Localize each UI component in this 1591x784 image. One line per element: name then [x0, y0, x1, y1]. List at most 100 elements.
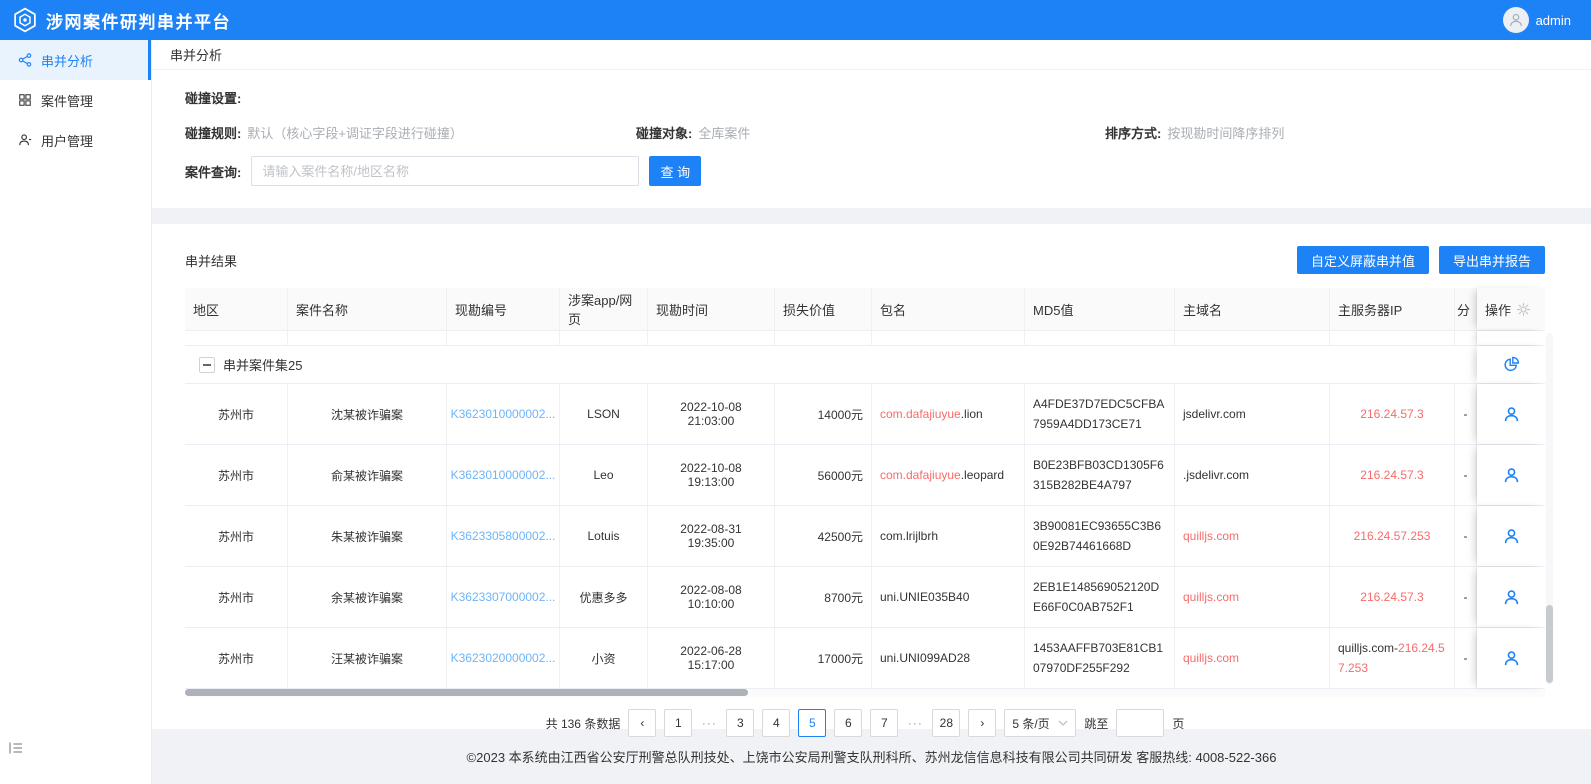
cell-survey-no: K3623307000002...: [447, 567, 560, 627]
case-query-input[interactable]: [251, 156, 639, 186]
cell-survey-time: 2022-10-08 21:03:00: [648, 384, 775, 444]
survey-no-link[interactable]: K3623020000002...: [451, 651, 556, 665]
cell-loss: 56000元: [775, 445, 872, 505]
cell-md5: A4FDE37D7EDC5CFBA7959A4DD173CE71: [1025, 384, 1175, 444]
cell-region: 苏州市: [185, 384, 288, 444]
survey-no-link[interactable]: K3623307000002...: [451, 590, 556, 604]
vertical-scrollbar-thumb[interactable]: [1546, 605, 1553, 683]
page-button-5[interactable]: 5: [798, 709, 826, 737]
suspect-person-icon[interactable]: [1503, 467, 1520, 484]
suspect-person-icon[interactable]: [1503, 650, 1520, 667]
username: admin: [1536, 13, 1571, 28]
collapse-sidebar-button[interactable]: [8, 741, 24, 758]
tab-merge-analysis[interactable]: 串并分析: [170, 45, 222, 64]
cell-loss: 8700元: [775, 567, 872, 627]
column-settings-gear-icon[interactable]: [1517, 303, 1530, 316]
suspect-person-icon[interactable]: [1503, 589, 1520, 606]
page-button-28[interactable]: 28: [932, 709, 960, 737]
cell-case-name: 俞某被诈骗案: [288, 445, 447, 505]
cell-survey-no: K3623010000002...: [447, 384, 560, 444]
column-header-survey-time: 现勘时间: [648, 288, 775, 330]
cell-server-ip: 216.24.57.253: [1330, 506, 1455, 566]
column-header-md5: MD5值: [1025, 288, 1175, 330]
group-chart-icon[interactable]: [1503, 356, 1520, 373]
page-button-1[interactable]: 1: [664, 709, 692, 737]
cell-survey-time: 2022-10-08 19:13:00: [648, 445, 775, 505]
survey-no-link[interactable]: K3623010000002...: [451, 407, 556, 421]
minus-icon: [203, 364, 211, 366]
cell-survey-no: K3623010000002...: [447, 445, 560, 505]
sidebar-item-label: 串并分析: [41, 51, 93, 70]
results-table: 地区 案件名称 现勘编号 涉案app/网页 现勘时间 损失价值 包名 MD5值 …: [185, 288, 1545, 689]
page-button-4[interactable]: 4: [762, 709, 790, 737]
cell-app: LSON: [560, 384, 648, 444]
survey-no-link[interactable]: K3623010000002...: [451, 468, 556, 482]
collision-settings-panel: 碰撞设置: 碰撞规则: 默认（核心字段+调证字段进行碰撞） 碰撞对象: 全库案件…: [152, 70, 1591, 208]
cell-package: uni.UNI099AD28: [872, 628, 1025, 688]
app-window: 涉网案件研判串并平台 admin 串并分析: [0, 0, 1591, 784]
column-header-clipped: 分: [1455, 288, 1477, 330]
horizontal-scrollbar: [185, 689, 1545, 697]
results-title: 串并结果: [185, 251, 237, 270]
cell-app: Lotuis: [560, 506, 648, 566]
cell-survey-time: 2022-08-08 10:10:00: [648, 567, 775, 627]
page-button-6[interactable]: 6: [834, 709, 862, 737]
collapse-group-button[interactable]: [199, 357, 215, 373]
custom-mask-merge-value-button[interactable]: 自定义屏蔽串并值: [1297, 246, 1429, 274]
table-row: 苏州市 余某被诈骗案 K3623307000002... 优惠多多 2022-0…: [185, 567, 1545, 628]
user-icon: [18, 133, 32, 147]
merge-results-panel: 串并结果 自定义屏蔽串并值 导出串并报告 地区 案件名称 现勘编号 涉案app/…: [152, 224, 1591, 729]
cell-package: uni.UNIE035B40: [872, 567, 1025, 627]
sidebar-item-case-management[interactable]: 案件管理: [0, 80, 151, 120]
avatar-icon: [1503, 7, 1529, 33]
sidebar: 串并分析 案件管理 用户管理: [0, 40, 152, 784]
column-header-domain: 主域名: [1175, 288, 1330, 330]
pagination-total: 共 136 条数据: [546, 715, 621, 732]
cell-region: 苏州市: [185, 506, 288, 566]
suspect-person-icon[interactable]: [1503, 406, 1520, 423]
page-size-value: 5 条/页: [1012, 715, 1049, 732]
pagination-ellipsis: ···: [700, 716, 718, 730]
cell-server-ip: 216.24.57.3: [1330, 384, 1455, 444]
cell-loss: 42500元: [775, 506, 872, 566]
column-header-server-ip: 主服务器IP: [1330, 288, 1455, 330]
cell-case-name: 汪某被诈骗案: [288, 628, 447, 688]
cell-actions: [1477, 567, 1545, 627]
cell-survey-time: 2022-06-28 15:17:00: [648, 628, 775, 688]
query-button[interactable]: 查 询: [649, 156, 701, 186]
sidebar-item-label: 案件管理: [41, 91, 93, 110]
cell-server-ip: 216.24.57.3: [1330, 567, 1455, 627]
collision-rule-label: 碰撞规则:: [185, 123, 241, 142]
horizontal-scrollbar-thumb[interactable]: [185, 689, 748, 696]
page-button-3[interactable]: 3: [726, 709, 754, 737]
cell-region: 苏州市: [185, 567, 288, 627]
cell-loss: 14000元: [775, 384, 872, 444]
page-button-7[interactable]: 7: [870, 709, 898, 737]
suspect-person-icon[interactable]: [1503, 528, 1520, 545]
pagination-ellipsis: ···: [906, 716, 924, 730]
cell-package: com.dafajiuyue.leopard: [872, 445, 1025, 505]
jump-page-input[interactable]: [1116, 709, 1164, 737]
prev-page-button[interactable]: ‹: [628, 709, 656, 737]
cell-server-ip: 216.24.57.3: [1330, 445, 1455, 505]
cell-domain: quilljs.com: [1175, 567, 1330, 627]
column-header-loss: 损失价值: [775, 288, 872, 330]
survey-no-link[interactable]: K3623305800002...: [451, 529, 556, 543]
page-size-select[interactable]: 5 条/页: [1004, 709, 1076, 737]
sidebar-item-merge-analysis[interactable]: 串并分析: [0, 40, 151, 80]
sidebar-item-user-management[interactable]: 用户管理: [0, 120, 151, 160]
export-merge-report-button[interactable]: 导出串并报告: [1439, 246, 1545, 274]
next-page-button[interactable]: ›: [968, 709, 996, 737]
cell-app: 小资: [560, 628, 648, 688]
table-row: 苏州市 沈某被诈骗案 K3623010000002... LSON 2022-1…: [185, 384, 1545, 445]
user-menu[interactable]: admin: [1503, 7, 1571, 33]
cell-extra: -: [1455, 567, 1477, 627]
cell-domain: jsdelivr.com: [1175, 384, 1330, 444]
page-footer: ©2023 本系统由江西省公安厅刑警总队刑技处、上饶市公安局刑警支队刑科所、苏州…: [152, 729, 1591, 784]
cell-region: 苏州市: [185, 628, 288, 688]
cell-actions: [1477, 445, 1545, 505]
cell-extra: -: [1455, 384, 1477, 444]
collision-rule-value: 默认（核心字段+调证字段进行碰撞）: [247, 123, 463, 142]
column-header-app: 涉案app/网页: [560, 288, 648, 330]
cell-extra: -: [1455, 445, 1477, 505]
